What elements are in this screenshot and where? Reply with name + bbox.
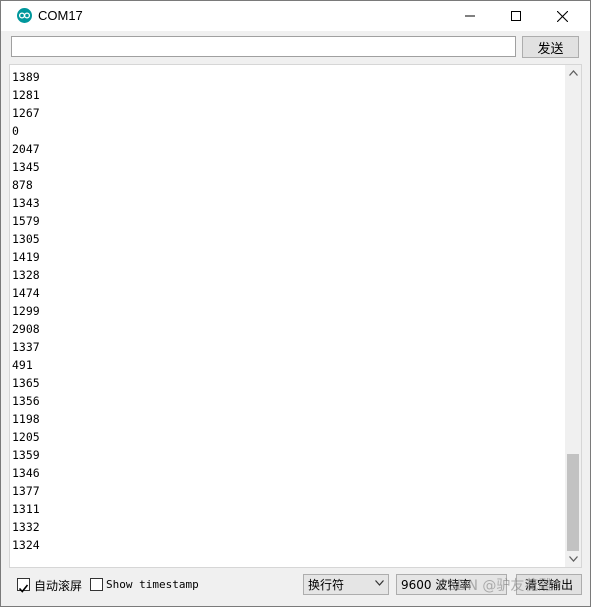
output-line: 1419 <box>12 250 40 264</box>
maximize-button[interactable] <box>493 1 539 31</box>
send-button[interactable]: 发送 <box>522 36 579 58</box>
window-title: COM17 <box>38 8 83 23</box>
output-line: 1328 <box>12 268 40 282</box>
scroll-thumb[interactable] <box>567 454 579 551</box>
output-line: 1332 <box>12 520 40 534</box>
send-input[interactable] <box>11 36 516 57</box>
output-line: 1474 <box>12 286 40 300</box>
arduino-icon <box>17 8 32 23</box>
serial-monitor-window: COM17 发送 1389 1281 1267 0 2047 1345 878 1343 157… <box>0 0 591 607</box>
output-line: 1345 <box>12 160 40 174</box>
output-line: 1356 <box>12 394 40 408</box>
minimize-icon <box>465 15 475 17</box>
output-line: 1311 <box>12 502 40 516</box>
checkmark-icon <box>18 584 29 593</box>
output-line: 2908 <box>12 322 40 336</box>
chevron-down-icon <box>568 556 578 562</box>
output-line: 1337 <box>12 340 40 354</box>
output-line: 1365 <box>12 376 40 390</box>
output-line: 1346 <box>12 466 40 480</box>
show-timestamp-label: Show timestamp <box>106 578 199 591</box>
chevron-down-icon <box>375 580 384 586</box>
output-line: 1281 <box>12 88 40 102</box>
close-icon <box>556 10 568 22</box>
serial-output[interactable]: 1389 1281 1267 0 2047 1345 878 1343 1579 1305 1419… <box>9 64 582 568</box>
title-bar: COM17 <box>1 1 590 31</box>
maximize-icon <box>511 11 521 21</box>
output-line: 1389 <box>12 70 40 84</box>
output-line: 0 <box>12 124 19 138</box>
output-line: 1579 <box>12 214 40 228</box>
output-lines: 1389 1281 1267 0 2047 1345 878 1343 1579 1305 1419… <box>12 68 40 554</box>
scroll-up-button[interactable] <box>565 65 581 81</box>
send-row: 发送 <box>1 31 590 63</box>
autoscroll-checkbox[interactable] <box>17 578 30 593</box>
output-line: 1343 <box>12 196 40 210</box>
line-ending-select[interactable]: 换行符 <box>303 574 389 595</box>
close-button[interactable] <box>539 1 585 31</box>
output-line: 878 <box>12 178 33 192</box>
watermark: CSDN @驴友花雕 <box>438 578 553 594</box>
output-line: 1377 <box>12 484 40 498</box>
vertical-scrollbar[interactable] <box>565 65 581 567</box>
output-line: 491 <box>12 358 33 372</box>
show-timestamp-checkbox[interactable] <box>90 578 103 591</box>
chevron-up-icon <box>568 70 578 76</box>
output-line: 1305 <box>12 232 40 246</box>
output-line: 1324 <box>12 538 40 552</box>
line-ending-value: 换行符 <box>308 578 345 592</box>
output-line: 1198 <box>12 412 40 426</box>
output-line: 2047 <box>12 142 40 156</box>
output-line: 1299 <box>12 304 40 318</box>
output-line: 1205 <box>12 430 40 444</box>
output-line: 1359 <box>12 448 40 462</box>
minimize-button[interactable] <box>447 1 493 31</box>
output-line: 1267 <box>12 106 40 120</box>
scroll-down-button[interactable] <box>565 551 581 567</box>
autoscroll-label: 自动滚屏 <box>34 579 83 593</box>
